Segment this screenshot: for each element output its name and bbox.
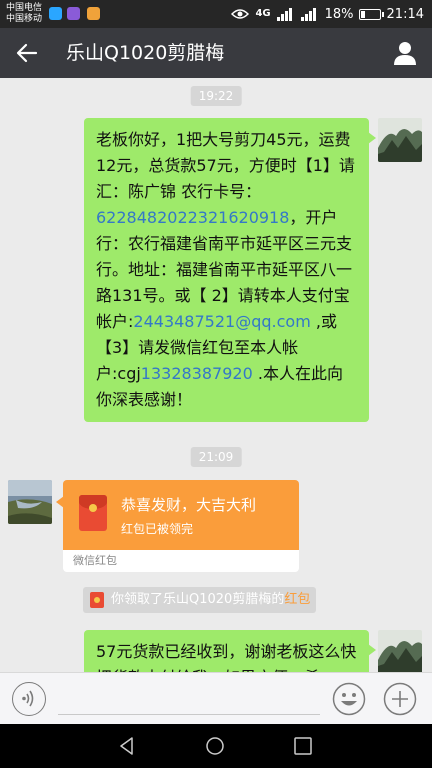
- nav-home-icon[interactable]: [205, 736, 225, 756]
- card-number-link[interactable]: 6228482022321620918: [96, 208, 289, 227]
- red-packet-icon: [79, 495, 107, 531]
- avatar-self[interactable]: [378, 118, 422, 162]
- battery-percent: 18%: [324, 6, 354, 22]
- carrier-info: 中国电信 中国移动: [6, 3, 42, 25]
- input-bar: [0, 672, 432, 724]
- plus-icon[interactable]: [383, 682, 417, 716]
- timestamp: 19:22: [190, 86, 242, 106]
- notification-app-icon: [87, 7, 100, 20]
- eye-icon: [231, 9, 250, 19]
- system-nav-bar: [0, 724, 432, 768]
- timestamp: 21:09: [190, 447, 242, 467]
- arrow-left-icon[interactable]: [14, 40, 40, 66]
- signal-icon: [276, 7, 293, 21]
- message-bubble-outgoing[interactable]: 57元货款已经收到，谢谢老板这么快把货款支付给我，如果方便，希: [84, 630, 376, 672]
- red-packet-link[interactable]: 红包: [284, 592, 310, 607]
- red-packet-message[interactable]: 恭喜发财，大吉大利 红包已被领完 微信红包: [56, 480, 299, 572]
- network-type: 4G: [255, 8, 271, 19]
- red-packet-small-icon: [90, 592, 104, 608]
- battery-icon: [358, 8, 384, 20]
- system-notice: 你领取了乐山Q1020剪腊梅的红包: [83, 587, 317, 613]
- nav-recent-icon[interactable]: [294, 737, 312, 755]
- nav-back-icon[interactable]: [117, 736, 137, 756]
- message-bubble-outgoing[interactable]: 老板你好，1把大号剪刀45元，运费12元，总货款57元，方便时【1】请汇：陈广锦…: [84, 118, 376, 422]
- carrier-2: 中国移动: [6, 14, 43, 24]
- chat-title: 乐山Q1020剪腊梅: [66, 42, 225, 64]
- avatar-contact[interactable]: [8, 480, 52, 524]
- red-packet-status: 红包已被领完: [121, 522, 194, 536]
- voice-icon[interactable]: [12, 682, 46, 716]
- emoji-icon[interactable]: [332, 682, 366, 716]
- notification-app-icon: [49, 7, 62, 20]
- carrier-1: 中国电信: [6, 3, 43, 13]
- avatar-self[interactable]: [378, 630, 422, 672]
- notification-app-icon: [67, 7, 80, 20]
- signal-icon: [300, 7, 317, 21]
- status-right: 4G 18% 21:14: [231, 0, 424, 28]
- email-link[interactable]: 2443487521@qq.com: [133, 312, 310, 331]
- person-icon[interactable]: [392, 40, 418, 66]
- chat-area[interactable]: 19:22 老板你好，1把大号剪刀45元，运费12元，总货款57元，方便时【1】…: [0, 78, 432, 672]
- red-packet-footer: 微信红包: [63, 550, 299, 572]
- red-packet-title: 恭喜发财，大吉大利: [121, 496, 257, 514]
- status-bar: 中国电信 中国移动 4G 18% 21:14: [0, 0, 432, 28]
- phone-link[interactable]: 13328387920: [141, 364, 253, 383]
- clock: 21:14: [386, 6, 424, 22]
- chat-header: 乐山Q1020剪腊梅: [0, 28, 432, 78]
- message-input[interactable]: [58, 685, 320, 715]
